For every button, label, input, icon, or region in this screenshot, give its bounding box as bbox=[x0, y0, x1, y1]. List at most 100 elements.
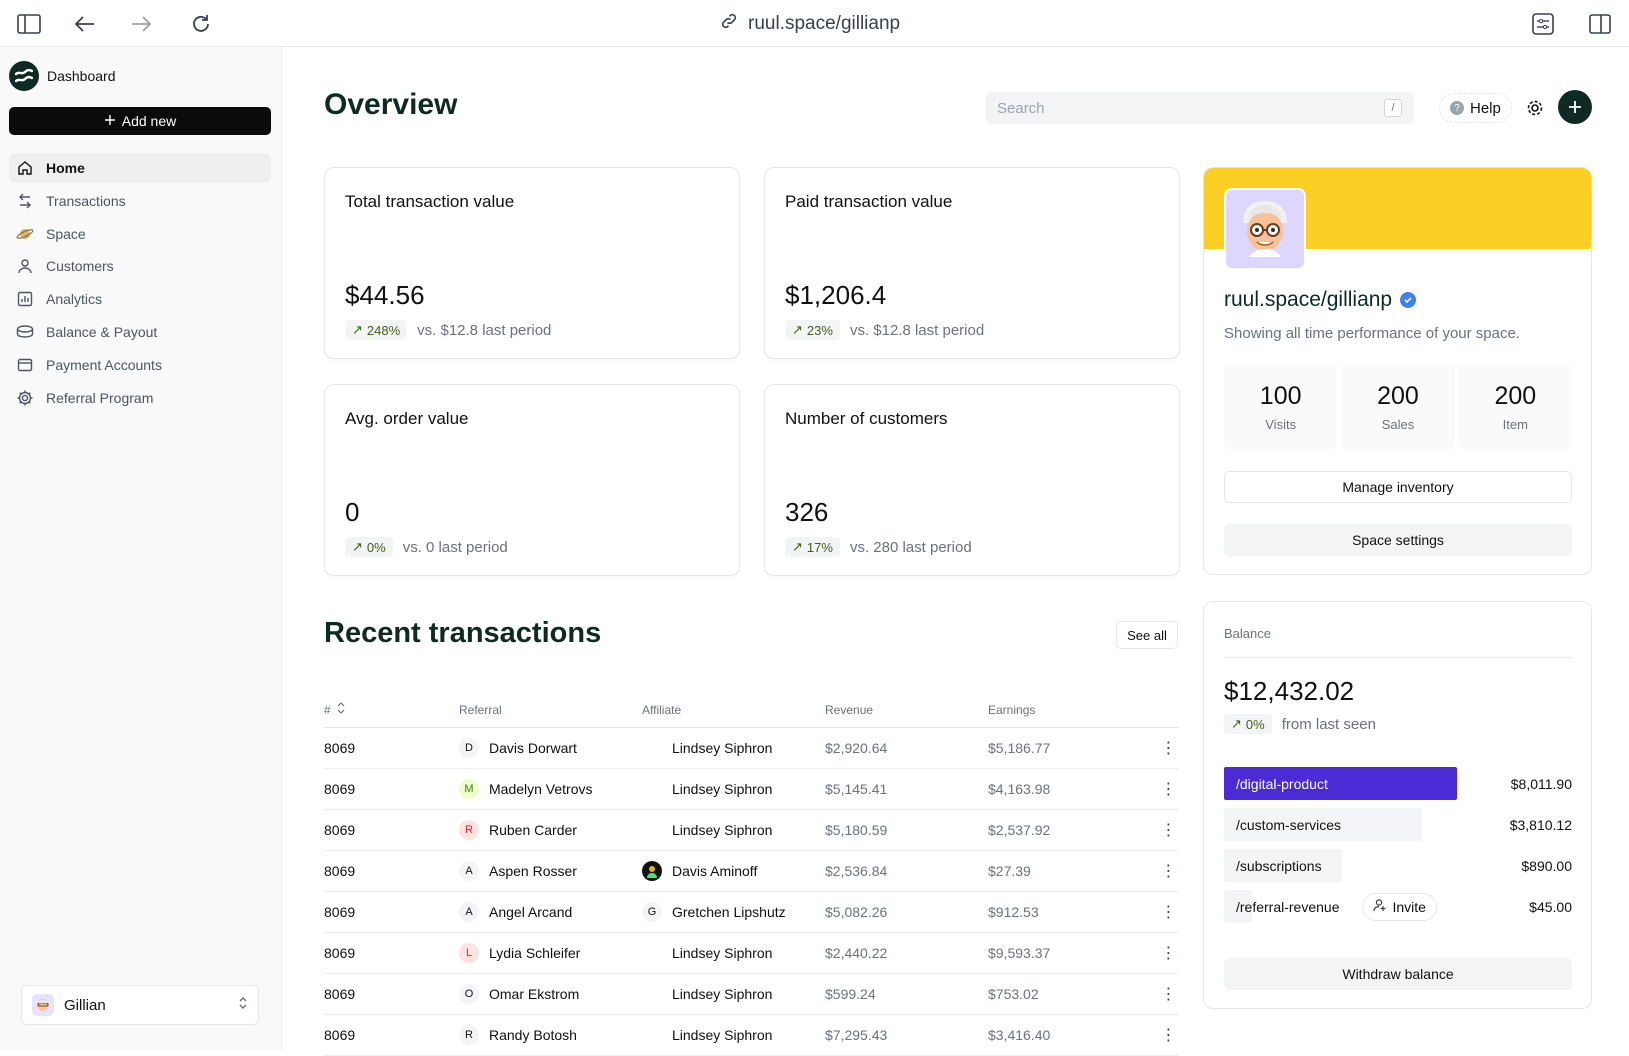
comparison-text: vs. 280 last period bbox=[849, 538, 972, 556]
sidebar-item-space[interactable]: Space bbox=[9, 219, 271, 249]
table-row[interactable]: 8069 R Ruben Carder Lindsey Siphron $5,1… bbox=[324, 810, 1179, 851]
stat-number: 100 bbox=[1259, 382, 1302, 410]
more-options-icon[interactable]: ⋮ bbox=[1158, 738, 1179, 758]
split-view-icon[interactable] bbox=[1587, 11, 1613, 37]
sidebar-item-customers[interactable]: Customers bbox=[9, 251, 271, 281]
back-icon[interactable] bbox=[72, 11, 98, 37]
stat-number: 200 bbox=[1377, 382, 1419, 410]
avatar-initial: R bbox=[459, 820, 479, 840]
transaction-id: 8069 bbox=[324, 945, 356, 961]
profile-card: ruul.space/gillianp Showing all time per… bbox=[1203, 167, 1592, 575]
table-row[interactable]: 8069 A Angel Arcand G Gretchen Lipshutz … bbox=[324, 892, 1179, 933]
sidebar-item-referral-program[interactable]: Referral Program bbox=[9, 383, 271, 413]
more-options-icon[interactable]: ⋮ bbox=[1158, 902, 1179, 922]
sidebar-item-payment-accounts[interactable]: Payment Accounts bbox=[9, 350, 271, 380]
revenue-breakdown: /digital-product $8,011.90 /custom-servi… bbox=[1224, 767, 1572, 931]
table-header: # Referral Affiliate Revenue Earnings bbox=[324, 692, 1179, 728]
card-label: Paid transaction value bbox=[785, 192, 953, 211]
transaction-id: 8069 bbox=[324, 1027, 356, 1043]
reload-icon[interactable] bbox=[188, 11, 214, 37]
sidebar-item-label: Analytics bbox=[46, 291, 103, 308]
referral-name: Angel Arcand bbox=[489, 904, 573, 920]
forward-icon[interactable] bbox=[128, 11, 154, 37]
earnings-cell: $9,593.37 bbox=[988, 945, 1051, 961]
more-options-icon[interactable]: ⋮ bbox=[1158, 1025, 1179, 1045]
earnings-cell: $4,163.98 bbox=[988, 781, 1051, 797]
more-options-icon[interactable]: ⋮ bbox=[1158, 779, 1179, 799]
card-comparison: ↗ 17% vs. 280 last period bbox=[785, 537, 972, 557]
withdraw-balance-button[interactable]: Withdraw balance bbox=[1224, 958, 1572, 990]
arrow-up-right-icon: ↗ bbox=[352, 539, 363, 554]
affiliate-cell: Lindsey Siphron bbox=[642, 738, 825, 758]
table-row[interactable]: 8069 M Madelyn Vetrovs Lindsey Siphron $… bbox=[324, 769, 1179, 810]
user-icon bbox=[16, 257, 34, 275]
extensions-icon[interactable] bbox=[1530, 11, 1556, 37]
revenue-cell: $5,180.59 bbox=[825, 822, 888, 838]
transaction-id: 8069 bbox=[324, 822, 356, 838]
help-button[interactable]: ? Help bbox=[1439, 93, 1512, 123]
avatar bbox=[642, 861, 662, 881]
more-options-icon[interactable]: ⋮ bbox=[1158, 820, 1179, 840]
affiliate-cell: Davis Aminoff bbox=[642, 861, 825, 881]
brand-label: Dashboard bbox=[47, 68, 116, 84]
trend-pct: 0% bbox=[366, 539, 386, 555]
sidebar-item-label: Referral Program bbox=[46, 389, 154, 406]
plus-icon bbox=[104, 113, 116, 129]
more-options-icon[interactable]: ⋮ bbox=[1158, 943, 1179, 963]
affiliate-cell: Lindsey Siphron bbox=[642, 943, 825, 963]
comparison-text: vs. 0 last period bbox=[402, 538, 508, 556]
stat-label: Visits bbox=[1265, 417, 1297, 432]
sidebar-item-analytics[interactable]: Analytics bbox=[9, 284, 271, 314]
table-row[interactable]: 8069 D Davis Dorwart Lindsey Siphron $2,… bbox=[324, 728, 1179, 769]
space-settings-button[interactable]: Space settings bbox=[1224, 524, 1572, 556]
revenue-cell: $599.24 bbox=[825, 986, 876, 1002]
more-options-icon[interactable]: ⋮ bbox=[1158, 861, 1179, 881]
sidebar-toggle-icon[interactable] bbox=[16, 11, 42, 37]
sort-icon bbox=[337, 702, 345, 717]
table-row[interactable]: 8069 O Omar Ekstrom Lindsey Siphron $599… bbox=[324, 974, 1179, 1015]
table-row[interactable]: 8069 L Lydia Schleifer Lindsey Siphron $… bbox=[324, 933, 1179, 974]
trend-pct: 248% bbox=[366, 322, 401, 338]
question-icon: ? bbox=[1450, 101, 1464, 115]
trend-badge: ↗ 23% bbox=[785, 320, 840, 340]
invite-label: Invite bbox=[1392, 898, 1426, 915]
manage-inventory-button[interactable]: Manage inventory bbox=[1224, 471, 1572, 503]
stat-visits: 100 Visits bbox=[1224, 365, 1338, 449]
section-title: Recent transactions bbox=[324, 617, 602, 649]
referral-name: Lydia Schleifer bbox=[489, 945, 581, 961]
balance-label: Balance bbox=[1224, 626, 1271, 641]
earnings-cell: $27.39 bbox=[988, 863, 1031, 879]
user-switcher[interactable]: Gillian bbox=[21, 985, 259, 1025]
referral-cell: D Davis Dorwart bbox=[459, 738, 642, 758]
earnings-cell: $5,186.77 bbox=[988, 740, 1051, 756]
bar-amount: $890.00 bbox=[1521, 857, 1572, 874]
see-all-button[interactable]: See all bbox=[1116, 621, 1178, 649]
create-button[interactable] bbox=[1558, 90, 1592, 124]
avatar-initial: R bbox=[459, 1025, 479, 1045]
invite-button[interactable]: Invite bbox=[1361, 892, 1437, 921]
add-new-button[interactable]: Add new bbox=[9, 107, 271, 135]
stat-items: 200 Item bbox=[1458, 365, 1572, 449]
sidebar-item-home[interactable]: Home bbox=[9, 153, 271, 183]
earnings-cell: $3,416.40 bbox=[988, 1027, 1051, 1043]
wallet-icon bbox=[16, 356, 34, 374]
brand[interactable]: Dashboard bbox=[9, 61, 116, 91]
column-header-id[interactable]: # bbox=[324, 702, 459, 717]
revenue-cell: $7,295.43 bbox=[825, 1027, 888, 1043]
sidebar-item-transactions[interactable]: Transactions bbox=[9, 186, 271, 216]
table-row[interactable]: 8069 A Aspen Rosser Davis Aminoff $2,536… bbox=[324, 851, 1179, 892]
search-input[interactable]: Search / bbox=[985, 92, 1414, 124]
sidebar-item-balance-payout[interactable]: Balance & Payout bbox=[9, 317, 271, 347]
affiliate-name: Lindsey Siphron bbox=[672, 822, 773, 838]
settings-gear-icon[interactable] bbox=[1523, 96, 1547, 120]
more-options-icon[interactable]: ⋮ bbox=[1158, 984, 1179, 1004]
stat-card-avg-order: Avg. order value 0 ↗ 0% vs. 0 last period bbox=[324, 384, 740, 576]
stat-card-paid-transaction: Paid transaction value $1,206.4 ↗ 23% vs.… bbox=[764, 167, 1180, 359]
arrow-up-right-icon: ↗ bbox=[1231, 716, 1242, 731]
address-bar[interactable]: ruul.space/gillianp bbox=[720, 11, 900, 37]
planet-icon bbox=[16, 225, 34, 243]
transaction-id: 8069 bbox=[324, 740, 356, 756]
earnings-cell: $912.53 bbox=[988, 904, 1039, 920]
referral-name: Randy Botosh bbox=[489, 1027, 577, 1043]
balance-bar-row: /digital-product $8,011.90 bbox=[1224, 767, 1572, 800]
